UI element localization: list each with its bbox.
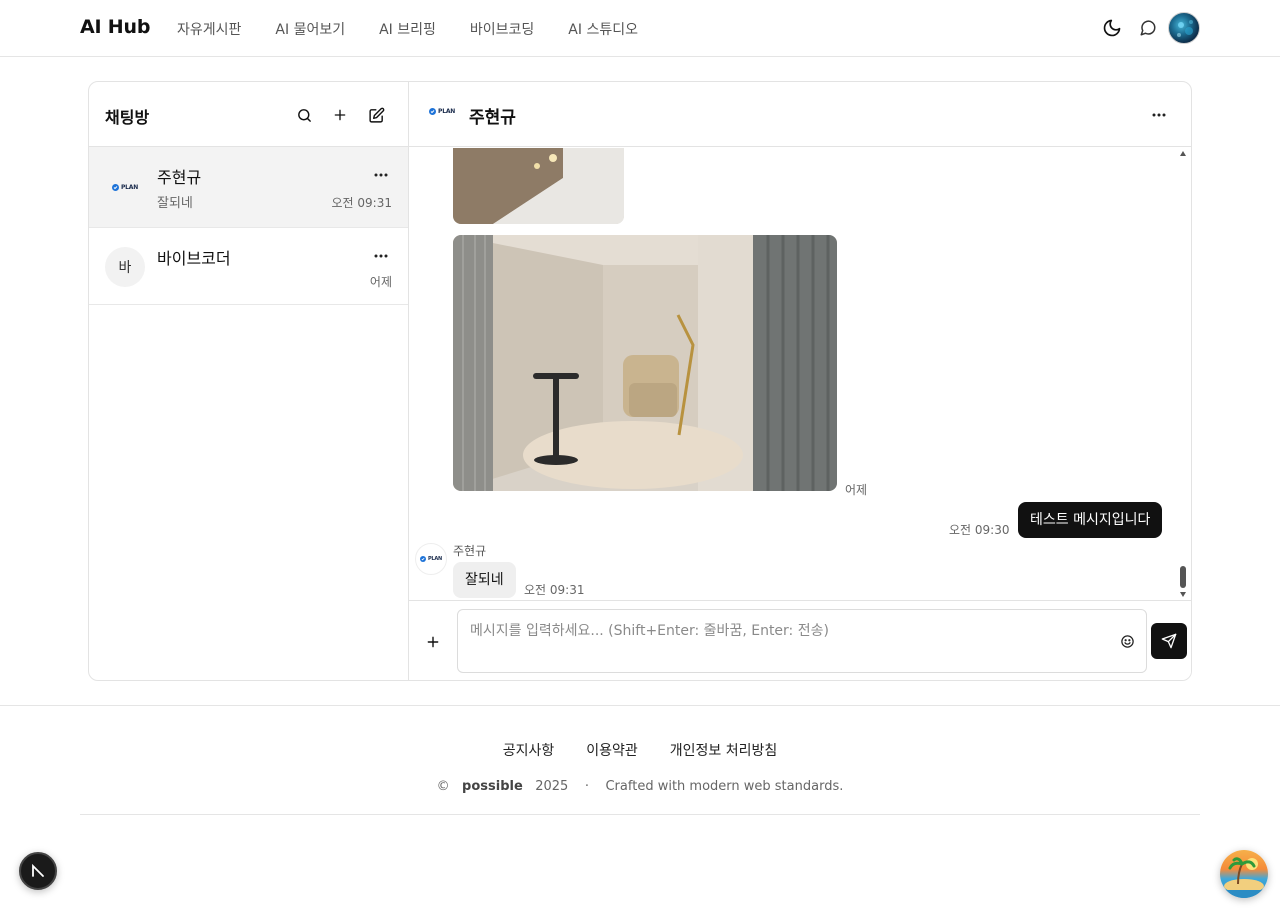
messages-button[interactable] (1135, 15, 1161, 41)
message-image[interactable] (453, 148, 624, 224)
assistant-fab-button[interactable] (1220, 850, 1268, 898)
footer-link-privacy[interactable]: 개인정보 처리방침 (670, 740, 778, 760)
room-time: 어제 (369, 275, 392, 289)
emoji-button[interactable] (1115, 629, 1139, 653)
top-navbar: AI Hub 자유게시판 AI 물어보기 AI 브리핑 바이브코딩 AI 스튜디… (0, 0, 1280, 57)
nav-ai-studio[interactable]: AI 스튜디오 (568, 19, 638, 39)
message-input[interactable] (457, 609, 1147, 673)
room-avatar: 바 (105, 247, 145, 287)
room-avatar: PLAN (105, 167, 145, 207)
room-name: 주현규 (157, 168, 202, 187)
copyright-tagline: Crafted with modern web standards. (605, 779, 844, 794)
their-message-bubble: 잘되네 (453, 562, 516, 598)
chat-pane: PLAN 주현규 어제 오전 09:30 테스트 메시지입니다 PLAN 주현규… (409, 82, 1191, 680)
my-message-bubble: 테스트 메시지입니다 (1018, 502, 1163, 538)
sidebar-title: 채팅방 (105, 108, 150, 127)
plan-logo: PLAN (111, 183, 138, 191)
sender-avatar: PLAN (415, 543, 447, 575)
nav-ai-ask[interactable]: AI 물어보기 (275, 19, 345, 39)
room-more-button[interactable] (370, 168, 392, 182)
copyright-year: 2025 (535, 779, 569, 794)
plus-icon (427, 636, 439, 648)
message-image[interactable] (453, 235, 837, 491)
message-list[interactable]: 어제 오전 09:30 테스트 메시지입니다 PLAN 주현규 잘되네 오전 0… (409, 148, 1191, 600)
devtools-fab-button[interactable] (19, 852, 57, 890)
plus-icon (334, 109, 346, 121)
search-rooms-button[interactable] (292, 103, 316, 127)
room-time: 오전 09:31 (331, 196, 392, 210)
attach-button[interactable] (421, 630, 445, 654)
footer: 공지사항 이용약관 개인정보 처리방침 © possible 2025 · Cr… (0, 705, 1280, 815)
room-last-message: 잘되네 (157, 196, 193, 211)
chat-card: 채팅방 PLAN 주현규 잘되네 오전 09:31 바 바이브코더 어제 PLA… (88, 81, 1192, 681)
more-icon (1152, 113, 1166, 117)
send-button[interactable] (1151, 623, 1187, 659)
chat-room-item[interactable]: 바 바이브코더 어제 (89, 228, 408, 305)
user-avatar[interactable] (1168, 12, 1200, 44)
chat-bubble-icon (1140, 20, 1156, 36)
nav-ai-briefing[interactable]: AI 브리핑 (379, 19, 436, 39)
more-icon (374, 173, 388, 177)
new-chat-button[interactable] (364, 103, 388, 127)
island-icon (1220, 857, 1268, 898)
sender-name: 주현규 (453, 544, 487, 558)
copyright-separator: · (584, 779, 589, 794)
copyright: © possible 2025 · Crafted with modern we… (0, 779, 1280, 794)
plan-logo: PLAN (419, 556, 442, 562)
brand-logo[interactable]: AI Hub (80, 16, 150, 38)
message-time: 오전 09:30 (949, 523, 1010, 537)
send-icon (1161, 633, 1177, 649)
copyright-owner: possible (462, 779, 523, 794)
search-icon (297, 108, 311, 122)
chat-header: PLAN 주현규 (409, 82, 1191, 147)
room-more-button[interactable] (370, 249, 392, 263)
emoji-icon (1120, 634, 1134, 648)
message-time: 오전 09:31 (524, 583, 585, 597)
chat-title: 주현규 (469, 108, 516, 128)
message-time: 어제 (845, 483, 868, 497)
n-logo-icon (32, 863, 44, 877)
footer-link-terms[interactable]: 이용약관 (586, 740, 638, 760)
chat-avatar: PLAN (429, 108, 455, 115)
more-icon (374, 254, 388, 258)
footer-links: 공지사항 이용약관 개인정보 처리방침 (0, 740, 1280, 760)
copyright-symbol: © (436, 779, 450, 794)
chat-room-sidebar: 채팅방 PLAN 주현규 잘되네 오전 09:31 바 바이브코더 어제 (89, 82, 409, 680)
footer-link-notice[interactable]: 공지사항 (503, 740, 555, 760)
avatar-image (1177, 20, 1193, 37)
nav-free-board[interactable]: 자유게시판 (177, 19, 241, 39)
chat-room-item[interactable]: PLAN 주현규 잘되네 오전 09:31 (89, 147, 408, 228)
message-composer (409, 600, 1191, 680)
footer-divider (80, 814, 1200, 815)
sidebar-header: 채팅방 (89, 82, 409, 147)
message-scrollbar[interactable] (1178, 148, 1188, 600)
chat-menu-button[interactable] (1147, 103, 1171, 127)
edit-icon (368, 107, 384, 123)
main-nav: 자유게시판 AI 물어보기 AI 브리핑 바이브코딩 AI 스튜디오 (177, 19, 672, 39)
plan-logo: PLAN (429, 108, 455, 115)
theme-toggle-button[interactable] (1099, 15, 1125, 41)
add-room-button[interactable] (328, 103, 352, 127)
nav-vibe-coding[interactable]: 바이브코딩 (470, 19, 534, 39)
room-name: 바이브코더 (157, 249, 231, 268)
moon-icon (1103, 19, 1121, 37)
